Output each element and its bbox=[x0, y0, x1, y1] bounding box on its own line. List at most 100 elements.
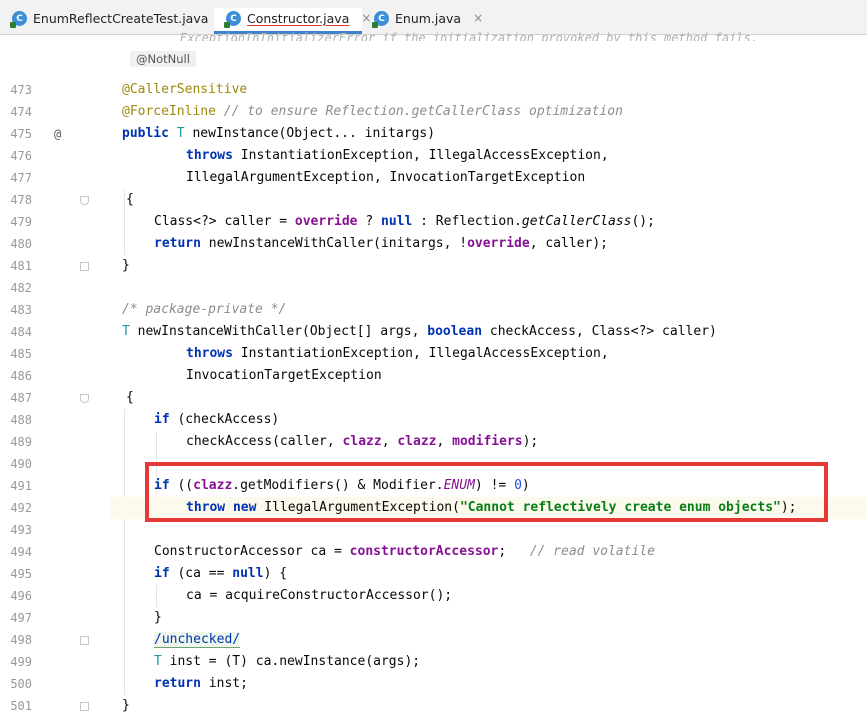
code-token: checkAccess, Class<?> caller) bbox=[489, 324, 717, 339]
code-area[interactable]: ExceptionInInitializerError if the initi… bbox=[110, 31, 867, 713]
code-line-482[interactable] bbox=[110, 277, 867, 299]
line-number: 500 bbox=[10, 677, 32, 691]
line-number: 476 bbox=[10, 149, 32, 163]
code-editor[interactable]: 473 474 475 476 477 478 479 480 481 482 483 484 485 4… bbox=[0, 31, 867, 713]
fold-marker-icon[interactable] bbox=[80, 394, 89, 403]
code-token: newInstanceWithCaller(Object[] args, bbox=[137, 324, 428, 339]
java-class-icon: C bbox=[224, 11, 241, 28]
line-number: 489 bbox=[10, 435, 32, 449]
line-number: 496 bbox=[10, 589, 32, 603]
code-token: null bbox=[232, 566, 264, 581]
line-number: 493 bbox=[10, 523, 32, 537]
line-number: 485 bbox=[10, 347, 32, 361]
code-line-480[interactable]: return newInstanceWithCaller(initargs, !… bbox=[110, 233, 867, 255]
code-token: (); bbox=[631, 214, 655, 229]
code-line-473[interactable]: @CallerSensitive bbox=[110, 79, 867, 101]
code-token: ); bbox=[522, 434, 539, 449]
code-text: return inst; bbox=[154, 673, 248, 695]
code-line-501[interactable]: } bbox=[110, 695, 867, 717]
code-line-496[interactable]: ca = acquireConstructorAccessor(); bbox=[110, 585, 867, 607]
code-token: ) { bbox=[263, 566, 288, 581]
code-line-498[interactable]: /unchecked/ bbox=[110, 629, 867, 651]
override-marker-icon[interactable]: @ bbox=[54, 123, 61, 145]
code-line-489[interactable]: checkAccess(caller, clazz, clazz, modifi… bbox=[110, 431, 867, 453]
code-token: /unchecked/ bbox=[154, 632, 241, 648]
code-line-485[interactable]: throws InstantiationException, IllegalAc… bbox=[110, 343, 867, 365]
code-line-481[interactable]: } bbox=[110, 255, 867, 277]
code-token: ConstructorAccessor ca = bbox=[154, 544, 350, 559]
code-text: @CallerSensitive bbox=[122, 79, 247, 101]
fold-marker-icon[interactable] bbox=[80, 262, 89, 271]
code-line-484[interactable]: T newInstanceWithCaller(Object[] args, b… bbox=[110, 321, 867, 343]
code-text: if (ca == null) { bbox=[154, 563, 287, 585]
code-line-500[interactable]: return inst; bbox=[110, 673, 867, 695]
code-token: , caller); bbox=[529, 236, 608, 251]
code-line-487[interactable]: { bbox=[110, 387, 867, 409]
code-text: T inst = (T) ca.newInstance(args); bbox=[154, 651, 420, 673]
code-token: @ForceInline bbox=[122, 104, 216, 119]
fold-marker-icon[interactable] bbox=[80, 196, 89, 205]
code-line-479[interactable]: Class<?> caller = override ? null : Refl… bbox=[110, 211, 867, 233]
code-token: clazz bbox=[342, 434, 382, 449]
code-line-483[interactable]: /* package-private */ bbox=[110, 299, 867, 321]
line-number: 492 bbox=[10, 501, 32, 515]
line-number: 478 bbox=[10, 193, 32, 207]
editor-tab-bar: C EnumReflectCreateTest.java × C Constru… bbox=[0, 0, 867, 35]
line-number: 482 bbox=[10, 281, 32, 295]
code-text: T newInstanceWithCaller(Object[] args, b… bbox=[122, 321, 717, 343]
code-token: override bbox=[467, 236, 530, 251]
javadoc-faded-text: ExceptionInInitializerError if the initi… bbox=[180, 31, 758, 41]
line-number: 480 bbox=[10, 237, 32, 251]
code-text: if (checkAccess) bbox=[154, 409, 279, 431]
code-token: throws bbox=[186, 148, 233, 163]
code-line-477[interactable]: IllegalArgumentException, InvocationTarg… bbox=[110, 167, 867, 189]
java-class-icon: C bbox=[372, 11, 389, 28]
code-line-475[interactable]: public T newInstance(Object... initargs) bbox=[110, 123, 867, 145]
close-icon[interactable]: × bbox=[465, 11, 483, 25]
line-number: 475 bbox=[10, 127, 32, 141]
code-token: ca = acquireConstructorAccessor(); bbox=[186, 588, 453, 603]
tab-label: Enum.java bbox=[395, 11, 462, 26]
code-line-499[interactable]: T inst = (T) ca.newInstance(args); bbox=[110, 651, 867, 673]
code-text: /unchecked/ bbox=[154, 629, 241, 651]
code-line-493[interactable] bbox=[110, 519, 867, 541]
code-line-478[interactable]: { bbox=[110, 189, 867, 211]
code-token: /* package-private */ bbox=[122, 302, 287, 317]
line-number: 486 bbox=[10, 369, 32, 383]
code-token: InstantiationException, IllegalAccessExc… bbox=[240, 148, 609, 163]
code-line-476[interactable]: throws InstantiationException, IllegalAc… bbox=[110, 145, 867, 167]
code-line-495[interactable]: if (ca == null) { bbox=[110, 563, 867, 585]
code-text: return newInstanceWithCaller(initargs, !… bbox=[154, 233, 608, 255]
code-line-474[interactable]: @ForceInline // to ensure Reflection.get… bbox=[110, 101, 867, 123]
code-token: InstantiationException, IllegalAccessExc… bbox=[240, 346, 609, 361]
line-number: 481 bbox=[10, 259, 32, 273]
code-line-486[interactable]: InvocationTargetException bbox=[110, 365, 867, 387]
line-number: 474 bbox=[10, 105, 32, 119]
code-token: (ca == bbox=[177, 566, 233, 581]
line-number: 473 bbox=[10, 83, 32, 97]
code-line-497[interactable]: } bbox=[110, 607, 867, 629]
code-line-488[interactable]: if (checkAccess) bbox=[110, 409, 867, 431]
notnull-inlay-hint: @NotNull bbox=[130, 51, 196, 67]
fold-marker-icon[interactable] bbox=[80, 636, 89, 645]
line-number: 491 bbox=[10, 479, 32, 493]
code-text: Class<?> caller = override ? null : Refl… bbox=[154, 211, 655, 233]
code-line-494[interactable]: ConstructorAccessor ca = constructorAcce… bbox=[110, 541, 867, 563]
code-token: boolean bbox=[427, 324, 483, 339]
code-token: IllegalArgumentException, InvocationTarg… bbox=[186, 170, 586, 185]
fold-marker-icon[interactable] bbox=[80, 702, 89, 711]
code-token: T bbox=[122, 324, 130, 339]
code-token: return bbox=[154, 676, 201, 691]
code-token: inst = (T) ca.newInstance(args); bbox=[169, 654, 421, 669]
highlight-box bbox=[145, 462, 828, 522]
code-token: } bbox=[122, 698, 130, 713]
line-number: 490 bbox=[10, 457, 32, 471]
line-number: 497 bbox=[10, 611, 32, 625]
